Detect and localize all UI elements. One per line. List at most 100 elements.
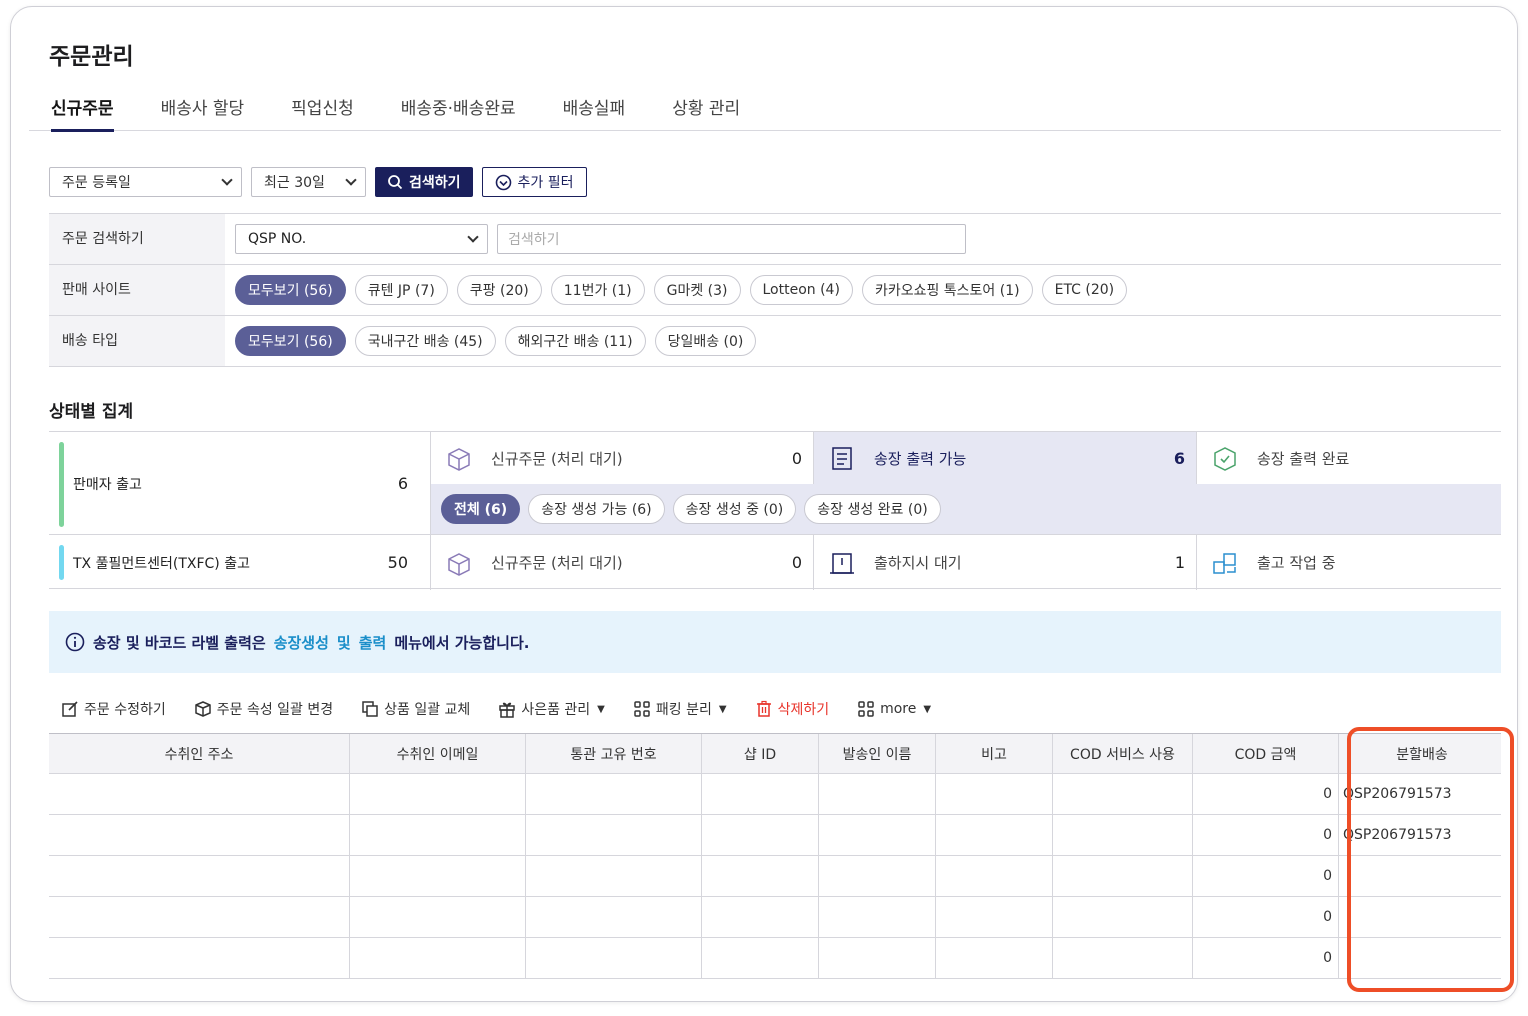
txfc-shipping-wait-count: 1	[1174, 553, 1185, 572]
cell-shop-id	[702, 815, 819, 855]
delivery-type-label: 배송 타입	[49, 316, 225, 366]
tab-carrier-assign[interactable]: 배송사 할당	[161, 91, 245, 130]
tab-delivery-failed[interactable]: 배송실패	[563, 91, 626, 130]
packing-split-button[interactable]: 패킹 분리 ▼	[633, 699, 727, 719]
caret-down-icon: ▼	[923, 703, 932, 715]
cell-cod-amount: 0	[1193, 856, 1339, 896]
notice-prefix: 송장 및 바코드 라벨 출력은	[93, 633, 266, 652]
gift-management-button[interactable]: 사은품 관리 ▼	[498, 699, 605, 719]
extra-filter-button[interactable]: 추가 필터	[481, 167, 587, 197]
col-sender-name[interactable]: 발송인 이름	[819, 734, 936, 773]
txfc-in-progress-cell[interactable]: 출고 작업 중	[1197, 535, 1501, 590]
cell-address	[49, 897, 350, 937]
site-chip-qoo10[interactable]: 큐텐 JP (7)	[354, 275, 448, 305]
chevron-circle-icon	[495, 174, 511, 190]
bulk-replace-label: 상품 일괄 교체	[384, 702, 471, 718]
col-recipient-address[interactable]: 수취인 주소	[49, 734, 350, 773]
search-field-select[interactable]: QSP NO.	[235, 224, 488, 254]
tab-new-orders[interactable]: 신규주문	[51, 91, 114, 132]
tab-pickup-request[interactable]: 픽업신청	[291, 91, 354, 130]
cell-shop-id	[702, 938, 819, 978]
caret-down-icon: ▼	[597, 703, 605, 715]
col-cod-amount[interactable]: COD 금액	[1193, 734, 1339, 773]
cell-email	[350, 815, 526, 855]
table-row[interactable]: 0 QSP206791573	[49, 815, 1501, 856]
edit-order-button[interactable]: 주문 수정하기	[61, 699, 166, 719]
more-label: more	[880, 701, 917, 717]
notice-link-print[interactable]: 출력	[359, 632, 387, 653]
seller-new-order-count: 0	[791, 448, 802, 468]
site-chip-lotteon[interactable]: Lotteon (4)	[749, 275, 853, 305]
extra-filter-label: 추가 필터	[517, 175, 574, 191]
col-shop-id[interactable]: 샵 ID	[702, 734, 819, 773]
cell-remarks	[936, 897, 1053, 937]
delivery-type-row: 배송 타입 모두보기 (56) 국내구간 배송 (45) 해외구간 배송 (11…	[49, 316, 1501, 367]
invoice-chip-all[interactable]: 전체 (6)	[441, 494, 521, 524]
grid-icon	[858, 701, 874, 717]
cell-sender	[819, 815, 936, 855]
trash-icon	[756, 700, 771, 717]
seller-invoice-ready-cell[interactable]: 송장 출력 가능 6	[814, 432, 1197, 484]
sales-site-label: 판매 사이트	[49, 265, 225, 315]
delivery-chip-overseas[interactable]: 해외구간 배송 (11)	[504, 326, 646, 356]
order-search-cell: QSP NO. 검색하기	[225, 214, 1501, 264]
site-chip-coupang[interactable]: 쿠팡 (20)	[456, 275, 542, 305]
info-notice: 송장 및 바코드 라벨 출력은 송장생성 및 출력 메뉴에서 가능합니다.	[49, 611, 1501, 673]
table-row[interactable]: 0	[49, 938, 1501, 979]
package-icon	[448, 448, 470, 471]
invoice-chip-creating[interactable]: 송장 생성 중 (0)	[672, 494, 797, 524]
notice-link-invoice-create[interactable]: 송장생성	[274, 632, 329, 653]
order-search-label: 주문 검색하기	[49, 214, 225, 264]
txfc-shipment-block[interactable]: TX 풀필먼트센터(TXFC) 출고 50	[49, 535, 431, 590]
site-chip-all[interactable]: 모두보기 (56)	[235, 275, 346, 305]
txfc-new-order-cell[interactable]: 신규주문 (처리 대기) 0	[431, 535, 814, 590]
cell-email	[350, 938, 526, 978]
col-customs-code[interactable]: 통관 고유 번호	[526, 734, 702, 773]
seller-invoice-done-cell[interactable]: 송장 출력 완료	[1197, 432, 1501, 484]
col-remarks[interactable]: 비고	[936, 734, 1053, 773]
delivery-chip-same-day[interactable]: 당일배송 (0)	[654, 326, 757, 356]
more-button[interactable]: more ▼	[857, 700, 931, 718]
caret-down-icon: ▼	[718, 703, 727, 715]
tab-status-management[interactable]: 상황 관리	[672, 91, 740, 130]
search-button[interactable]: 검색하기	[375, 167, 473, 197]
txfc-shipping-wait-label: 출하지시 대기	[874, 554, 962, 572]
col-cod-service[interactable]: COD 서비스 사용	[1053, 734, 1193, 773]
period-select[interactable]: 최근 30일	[251, 167, 366, 197]
txfc-new-order-label: 신규주문 (처리 대기)	[491, 554, 623, 572]
seller-new-order-cell[interactable]: 신규주문 (처리 대기) 0	[431, 432, 814, 484]
seller-shipment-count: 6	[397, 474, 408, 493]
invoice-chip-created[interactable]: 송장 생성 완료 (0)	[804, 494, 941, 524]
action-toolbar: 주문 수정하기 주문 속성 일괄 변경 상품 일괄 교체 사은품 관리 ▼ 패킹…	[61, 695, 931, 723]
orders-table: 수취인 주소 수취인 이메일 통관 고유 번호 샵 ID 발송인 이름 비고 C…	[49, 733, 1501, 979]
txfc-shipment-count: 50	[387, 553, 408, 572]
invoice-chip-creatable[interactable]: 송장 생성 가능 (6)	[528, 494, 665, 524]
txfc-shipping-wait-cell[interactable]: 출하지시 대기 1	[814, 535, 1197, 590]
edit-icon	[62, 701, 78, 717]
copy-icon	[362, 701, 378, 717]
bulk-replace-button[interactable]: 상품 일괄 교체	[361, 699, 470, 719]
site-chip-gmarket[interactable]: G마켓 (3)	[653, 275, 741, 305]
delivery-chip-all[interactable]: 모두보기 (56)	[235, 326, 346, 356]
page-title: 주문관리	[49, 44, 134, 70]
delete-button[interactable]: 삭제하기	[755, 699, 829, 719]
order-search-row: 주문 검색하기 QSP NO. 검색하기	[49, 214, 1501, 265]
table-row[interactable]: 0	[49, 897, 1501, 938]
seller-new-order-label: 신규주문 (처리 대기)	[491, 449, 623, 468]
seller-invoice-done-label: 송장 출력 완료	[1257, 449, 1350, 468]
site-chip-11st[interactable]: 11번가 (1)	[550, 275, 645, 305]
table-row[interactable]: 0	[49, 856, 1501, 897]
table-row[interactable]: 0 QSP206791573	[49, 774, 1501, 815]
tab-in-delivery[interactable]: 배송중·배송완료	[401, 91, 516, 130]
txfc-in-progress-label: 출고 작업 중	[1257, 554, 1336, 572]
site-chip-etc[interactable]: ETC (20)	[1041, 275, 1128, 305]
bulk-attribute-button[interactable]: 주문 속성 일괄 변경	[194, 699, 333, 719]
delivery-chip-domestic[interactable]: 국내구간 배송 (45)	[354, 326, 496, 356]
search-icon	[388, 175, 403, 190]
search-input[interactable]: 검색하기	[497, 224, 966, 254]
site-chip-kakao[interactable]: 카카오쇼핑 톡스토어 (1)	[861, 275, 1033, 305]
date-type-select[interactable]: 주문 등록일	[49, 167, 242, 197]
cell-customs	[526, 774, 702, 814]
col-recipient-email[interactable]: 수취인 이메일	[350, 734, 526, 773]
seller-shipment-block[interactable]: 판매자 출고 6	[49, 432, 431, 535]
